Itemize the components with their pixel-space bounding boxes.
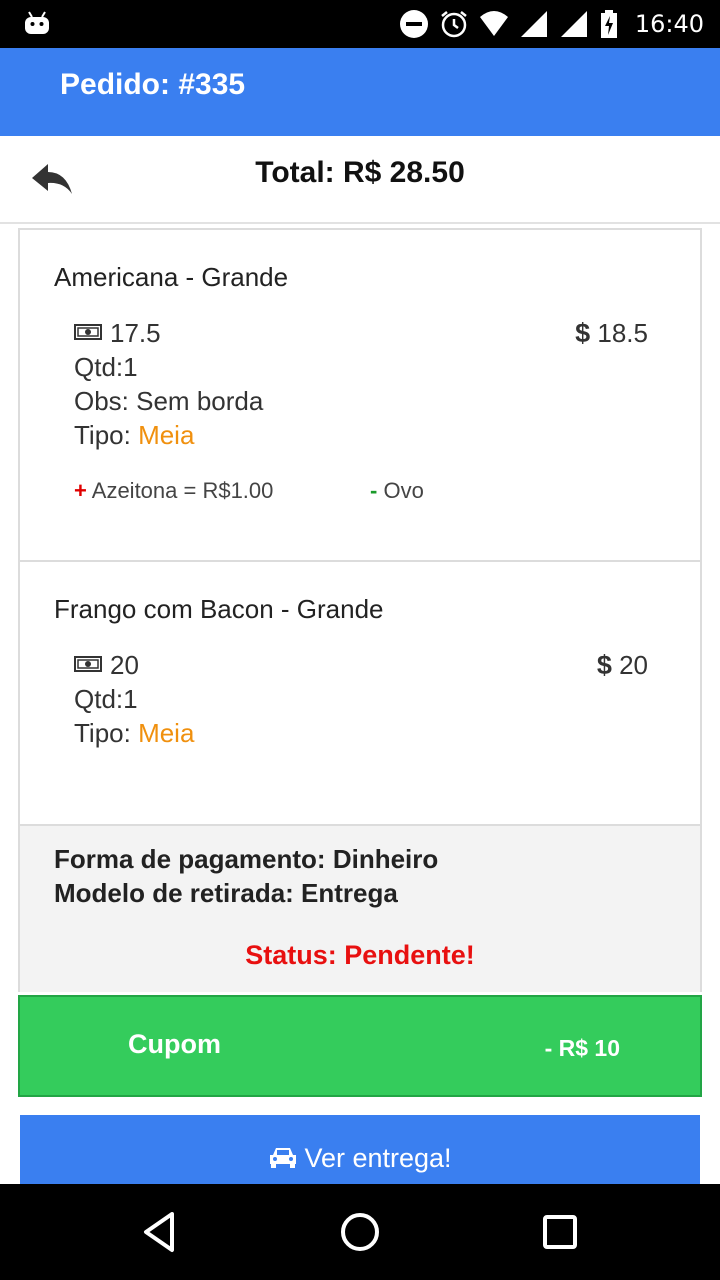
item-name: Americana - Grande [54, 262, 289, 292]
view-delivery-button[interactable]: Ver entrega! [20, 1115, 700, 1185]
total-header: Total: R$ 28.50 [0, 136, 720, 224]
item-tipo: Tipo: Meia [74, 718, 194, 749]
android-icon [25, 11, 49, 34]
pickup-mode: Modelo de retirada: Entrega [54, 878, 398, 908]
extra-added-label: Azeitona = R$1.00 [91, 478, 274, 503]
item-total-price: $ 18.5 [575, 318, 648, 349]
order-info-text: Forma de pagamento: Dinheiro Modelo de r… [54, 842, 438, 910]
item-obs: Obs: Sem borda [74, 386, 264, 416]
back-triangle-icon[interactable] [136, 1208, 184, 1256]
order-info: Forma de pagamento: Dinheiro Modelo de r… [20, 824, 700, 992]
tipo-value: Meia [138, 718, 195, 748]
minus-sign: - [370, 478, 378, 503]
order-total: Total: R$ 28.50 [255, 156, 465, 189]
signal-icon [520, 11, 547, 37]
dollar-sign: $ [596, 650, 612, 680]
extra-removed: - Ovo [370, 478, 424, 504]
unit-price-value: 20 [110, 650, 139, 680]
tipo-label: Tipo: [74, 420, 139, 450]
total-price-value: 20 [619, 650, 648, 680]
navigation-bar [0, 1184, 720, 1280]
status-badge: Status: Pendente! [245, 940, 475, 970]
coupon-row: Cupom - R$ 10 [18, 995, 702, 1097]
home-circle-icon[interactable] [336, 1208, 384, 1256]
item-total-price: $ 20 [597, 650, 648, 681]
order-items-list[interactable]: Americana - Grande 17.5 $ 18.5 Qtd:1 Obs… [18, 228, 702, 992]
do-not-disturb-icon [399, 10, 428, 38]
item-qty: Qtd:1 [74, 352, 138, 382]
list-item: Frango com Bacon - Grande 20 $ 20 Qtd:1 … [20, 560, 700, 824]
list-item: Americana - Grande 17.5 $ 18.5 Qtd:1 Obs… [20, 228, 700, 560]
status-time: 16:40 [634, 10, 704, 38]
app-bar: Pedido: #335 [0, 48, 720, 136]
item-qty: Qtd:1 [74, 684, 138, 714]
alarm-icon [441, 11, 467, 38]
item-name: Frango com Bacon - Grande [54, 594, 384, 624]
view-delivery-label: Ver entrega! [304, 1143, 452, 1173]
money-icon [74, 324, 102, 341]
tipo-label: Tipo: [74, 718, 139, 748]
signal-icon [560, 11, 587, 37]
wifi-icon [479, 11, 508, 36]
total-price-value: 18.5 [597, 318, 648, 348]
coupon-value: - R$ 10 [544, 1035, 620, 1061]
car-icon [270, 1147, 297, 1168]
extra-removed-label: Ovo [383, 478, 424, 503]
unit-price-value: 17.5 [110, 318, 161, 348]
item-unit-price: 17.5 [74, 318, 161, 349]
page-title: Pedido: #335 [60, 68, 246, 101]
battery-charging-icon [600, 10, 617, 38]
money-icon [74, 656, 102, 673]
tipo-value: Meia [138, 420, 195, 450]
status-bar: 16:40 [0, 0, 720, 48]
item-tipo: Tipo: Meia [74, 420, 194, 451]
coupon-label: Cupom [128, 1029, 221, 1059]
dollar-sign: $ [575, 318, 591, 348]
payment-method: Forma de pagamento: Dinheiro [54, 844, 439, 874]
recents-square-icon[interactable] [536, 1208, 584, 1256]
item-unit-price: 20 [74, 650, 139, 681]
view-delivery-content: Ver entrega! [20, 1143, 700, 1174]
extra-added: + Azeitona = R$1.00 [74, 478, 273, 504]
plus-sign: + [74, 478, 87, 503]
